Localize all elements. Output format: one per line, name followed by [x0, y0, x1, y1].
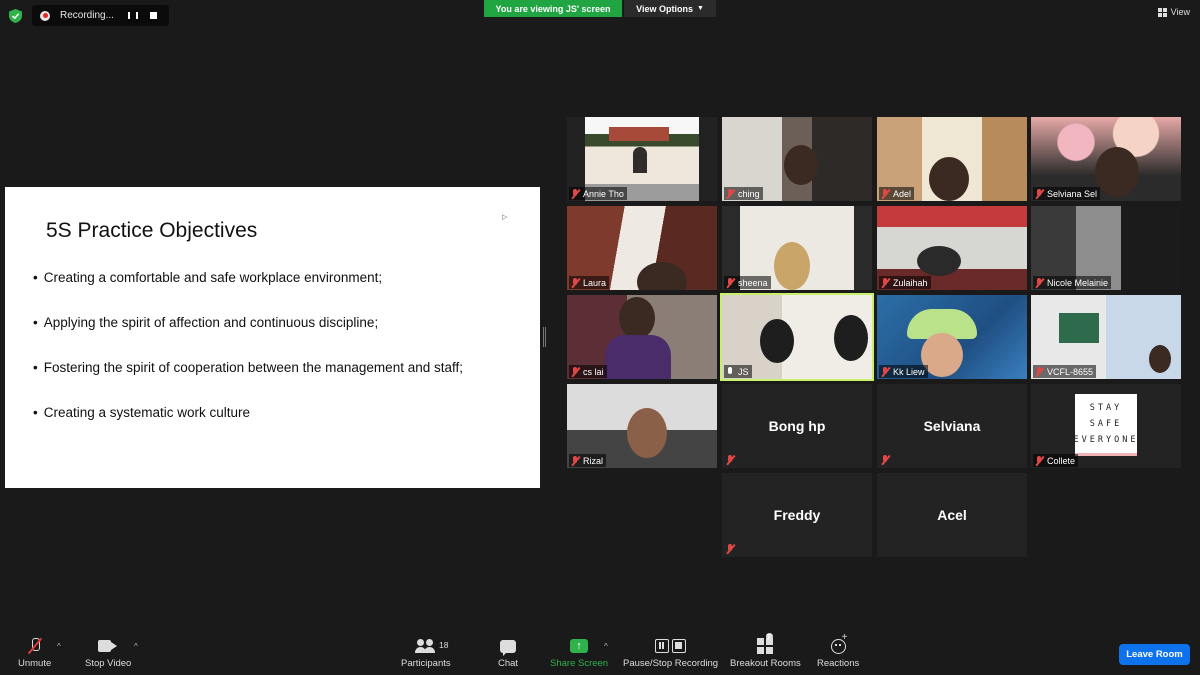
slide-bullet: Fostering the spirit of cooperation betw…	[33, 360, 463, 405]
chat-bubble-icon	[500, 639, 517, 656]
muted-mic-icon	[1035, 366, 1044, 377]
participant-tile-active-speaker[interactable]: JS	[720, 293, 874, 381]
slide-bullets: Creating a comfortable and safe workplac…	[33, 270, 463, 450]
participant-tile[interactable]: Nicole Melainie	[1031, 206, 1181, 290]
participants-icon	[414, 639, 437, 653]
slide-bullet: Applying the spirit of affection and con…	[33, 315, 463, 360]
participant-tile[interactable]: Annie Tho	[567, 117, 717, 201]
breakout-rooms-icon: 7	[757, 633, 774, 654]
slide-bullet: Creating a comfortable and safe workplac…	[33, 270, 463, 315]
muted-mic-icon	[1035, 455, 1044, 466]
muted-mic-icon	[571, 188, 580, 199]
view-button[interactable]: View	[1157, 7, 1190, 17]
participant-tile[interactable]: STAY SAFE EVERYONE Collete	[1031, 384, 1181, 468]
slide-bullet: Creating a systematic work culture	[33, 405, 463, 450]
participant-name-tag: Adel	[879, 187, 915, 200]
participant-tile[interactable]: Acel	[877, 473, 1027, 557]
share-screen-arrow-icon: ↑	[570, 639, 589, 653]
muted-mic-icon	[726, 455, 735, 465]
muted-mic-icon	[571, 366, 580, 377]
unmute-button[interactable]: Unmute	[18, 636, 51, 669]
chat-button[interactable]: Chat	[498, 636, 518, 669]
muted-mic-icon	[726, 188, 735, 199]
muted-mic-icon	[1035, 188, 1044, 199]
stop-video-button[interactable]: Stop Video	[85, 636, 131, 669]
participant-name-tag: sheena	[724, 276, 771, 289]
participant-name-tag: Annie Tho	[569, 187, 627, 200]
video-options-caret-icon[interactable]: ^	[134, 642, 138, 651]
muted-mic-icon	[1035, 277, 1044, 288]
muted-mic-icon	[571, 455, 580, 466]
muted-mic-icon	[726, 277, 735, 288]
participant-tile[interactable]: Freddy	[722, 473, 872, 557]
pause-stop-recording-button[interactable]: Pause/Stop Recording	[623, 636, 718, 669]
participant-tile[interactable]: Bong hp	[722, 384, 872, 468]
participant-name: Freddy	[773, 507, 821, 523]
participants-count: 18	[439, 640, 449, 650]
reactions-button[interactable]: Reactions	[817, 632, 859, 670]
share-screen-button[interactable]: ↑ Share Screen	[550, 636, 608, 669]
muted-mic-icon	[881, 188, 890, 199]
shared-screen[interactable]: 5S Practice Objectives ▷ Creating a comf…	[5, 187, 540, 488]
remote-cursor-icon: ▷	[502, 214, 508, 221]
participant-name-tag: Zulaihah	[879, 276, 931, 289]
participant-tile[interactable]: Kk Liew	[877, 295, 1027, 379]
mic-on-icon	[726, 366, 735, 377]
view-options-button[interactable]: View Options ▼	[624, 0, 716, 17]
muted-mic-icon	[881, 277, 890, 288]
participant-tile[interactable]: ching	[722, 117, 872, 201]
pause-stop-recording-icon	[655, 639, 687, 653]
panel-resize-handle[interactable]	[543, 327, 546, 347]
participant-tile[interactable]: Laura	[567, 206, 717, 290]
recording-label: Recording...	[60, 10, 114, 21]
share-options-caret-icon[interactable]: ^	[604, 642, 608, 651]
participant-name-tag: Laura	[569, 276, 610, 289]
video-camera-icon	[98, 640, 118, 652]
viewing-screen-banner: You are viewing JS' screen	[484, 0, 622, 17]
gallery-grid-icon	[1157, 7, 1167, 17]
view-options-label: View Options	[636, 3, 693, 14]
participant-tile[interactable]: VCFL-8655	[1031, 295, 1181, 379]
participant-name-tag: Selviana Sel	[1033, 187, 1101, 200]
muted-mic-icon	[881, 366, 890, 377]
audio-options-caret-icon[interactable]: ^	[57, 642, 61, 651]
participant-tile[interactable]: cs lai	[567, 295, 717, 379]
participant-name-tag: Nicole Melainie	[1033, 276, 1112, 289]
participant-name-tag: Kk Liew	[879, 365, 928, 378]
participant-name-tag: ching	[724, 187, 763, 200]
participant-name: Selviana	[923, 418, 981, 434]
participant-name-tag: Collete	[1033, 454, 1079, 467]
participant-tile[interactable]: sheena	[722, 206, 872, 290]
recording-dot-icon	[40, 10, 50, 21]
slide-title: 5S Practice Objectives	[46, 219, 258, 242]
participant-name: Acel	[937, 507, 967, 523]
stop-recording-icon[interactable]	[146, 9, 160, 23]
participant-tile[interactable]: Zulaihah	[877, 206, 1027, 290]
stay-safe-poster: STAY SAFE EVERYONE	[1074, 394, 1137, 456]
muted-mic-icon	[726, 544, 735, 554]
participant-name: Bong hp	[768, 418, 826, 434]
view-label: View	[1170, 7, 1190, 17]
leave-room-button[interactable]: Leave Room	[1119, 644, 1190, 665]
pause-recording-icon[interactable]	[126, 9, 140, 23]
muted-mic-icon	[881, 455, 890, 465]
recording-indicator: Recording...	[32, 5, 169, 26]
reactions-smiley-icon	[830, 632, 847, 654]
participant-tile[interactable]: Selviana Sel	[1031, 117, 1181, 201]
participant-tile[interactable]: Selviana	[877, 384, 1027, 468]
participant-tile[interactable]: Adel	[877, 117, 1027, 201]
participant-name-tag: JS	[724, 365, 752, 378]
participant-name-tag: Rizal	[569, 454, 607, 467]
breakout-rooms-button[interactable]: 7 Breakout Rooms	[730, 633, 801, 669]
security-shield-icon[interactable]	[9, 9, 22, 23]
participant-name-tag: cs lai	[569, 365, 607, 378]
participant-tile[interactable]: Rizal	[567, 384, 717, 468]
chevron-down-icon: ▼	[696, 5, 704, 12]
muted-mic-icon	[571, 277, 580, 288]
muted-microphone-icon	[29, 638, 41, 654]
participant-name-tag: VCFL-8655	[1033, 365, 1097, 378]
